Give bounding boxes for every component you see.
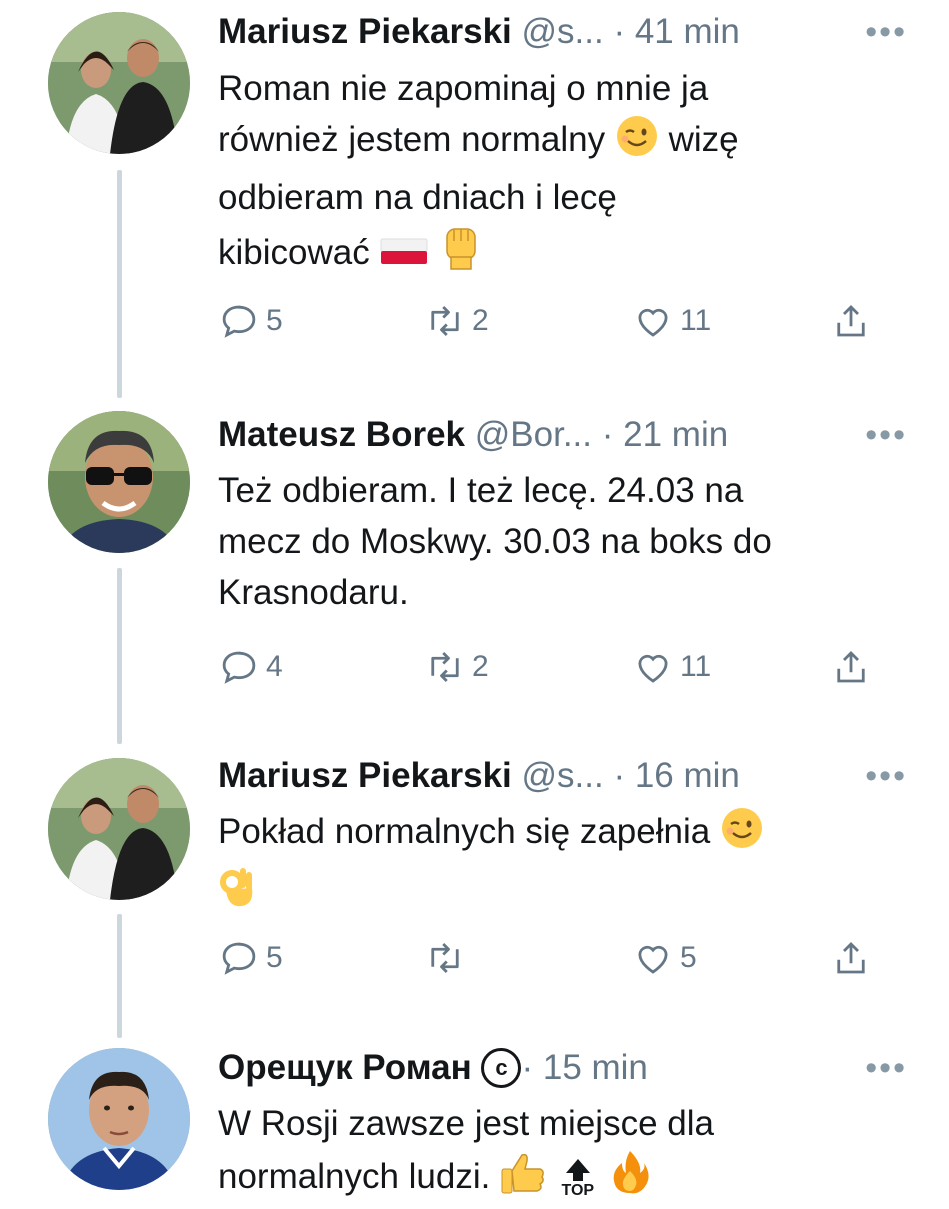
top-arrow-icon: TOP: [556, 1157, 600, 1199]
author-name[interactable]: Mateusz Borek: [218, 415, 465, 454]
timestamp[interactable]: · 21 min: [602, 415, 728, 454]
reply-count: 4: [266, 650, 283, 683]
more-icon[interactable]: •••: [865, 746, 907, 806]
retweet-button[interactable]: 2: [424, 642, 489, 692]
raised-fist-icon: [439, 223, 483, 285]
avatar[interactable]: [48, 12, 190, 154]
tweet[interactable]: Mariusz Piekarski @s... · 16 min ••• Pok…: [0, 750, 949, 1040]
author-handle[interactable]: @s...: [522, 756, 604, 795]
tweet-text-line: Krasnodaru.: [218, 573, 409, 612]
share-button[interactable]: [830, 933, 878, 983]
reply-icon: [222, 651, 256, 684]
avatar[interactable]: [48, 1048, 190, 1190]
tweet[interactable]: Mateusz Borek @Bor... · 21 min ••• Też o…: [0, 405, 949, 750]
tweet-text-segment: również jestem normalny: [218, 120, 606, 159]
fire-icon: [610, 1149, 650, 1209]
tweet-actions: 5 2 11: [218, 296, 898, 346]
more-icon[interactable]: •••: [865, 1038, 907, 1098]
avatar[interactable]: [48, 758, 190, 900]
winking-face-icon: [615, 114, 659, 172]
avatar-photo-icon: [48, 1048, 190, 1190]
tweet-text-line: odbieram na dniach i lecę: [218, 178, 617, 217]
tweet-text: Roman nie zapominaj o mnie ja również je…: [218, 63, 918, 285]
share-button[interactable]: [830, 642, 878, 692]
retweet-icon: [431, 943, 459, 973]
avatar-photo-icon: [48, 12, 190, 154]
tweet-header: Mateusz Borek @Bor... · 21 min •••: [218, 405, 949, 465]
winking-face-icon: [720, 806, 764, 864]
author-name[interactable]: Mariusz Piekarski: [218, 756, 512, 795]
like-count: 5: [680, 941, 697, 974]
author-handle[interactable]: @s...: [522, 12, 604, 51]
author-name[interactable]: Mariusz Piekarski: [218, 12, 512, 51]
like-button[interactable]: 5: [632, 933, 697, 983]
top-label: TOP: [561, 1182, 595, 1199]
tweet-text-line: [218, 864, 918, 924]
tweet-text-segment: kibicować: [218, 233, 370, 272]
retweet-button[interactable]: 2: [424, 296, 489, 346]
tweet-text-line: kibicować: [218, 223, 918, 285]
share-icon: [837, 651, 865, 683]
like-count: 11: [680, 650, 712, 683]
retweet-count: 2: [472, 304, 489, 337]
tweet[interactable]: Mariusz Piekarski @s... · 41 min ••• Rom…: [0, 0, 949, 400]
tweet-text-segment: Pokład normalnych się zapełnia: [218, 812, 711, 851]
timestamp[interactable]: · 15 min: [521, 1048, 647, 1087]
more-icon[interactable]: •••: [865, 405, 907, 465]
tweet-text-line: W Rosji zawsze jest miejsce dla: [218, 1104, 714, 1143]
like-count: 11: [680, 304, 712, 337]
tweet-header: Mariusz Piekarski @s... · 16 min •••: [218, 746, 949, 806]
tweet-text-line: normalnych ludzi. TOP: [218, 1149, 918, 1209]
tweet-header: Орещук Роман c · 15 min •••: [218, 1038, 949, 1098]
more-icon[interactable]: •••: [865, 2, 907, 62]
share-button[interactable]: [830, 296, 878, 346]
timestamp[interactable]: · 41 min: [613, 12, 739, 51]
tweet-header: Mariusz Piekarski @s... · 41 min •••: [218, 2, 949, 62]
tweet-actions: 4 2 11: [218, 642, 898, 692]
like-button[interactable]: 11: [632, 642, 711, 692]
avatar-photo-icon: [48, 411, 190, 553]
retweet-button[interactable]: [424, 933, 472, 983]
tweet-text: W Rosji zawsze jest miejsce dla normalny…: [218, 1098, 918, 1209]
tweet-text-line: również jestem normalny wizę: [218, 114, 918, 172]
heart-icon: [638, 308, 668, 337]
tweet-text-line: mecz do Moskwy. 30.03 na boks do: [218, 522, 772, 561]
tweet-actions: 5 5: [218, 933, 898, 983]
avatar[interactable]: [48, 411, 190, 553]
reply-icon: [222, 942, 256, 975]
reply-icon: [222, 305, 256, 338]
tweet-text-line: Też odbieram. I też lecę. 24.03 na: [218, 471, 744, 510]
tweet[interactable]: Орещук Роман c · 15 min ••• W Rosji zawsz…: [0, 1040, 949, 1200]
thumbs-up-icon: [500, 1151, 546, 1209]
poland-flag-icon: [379, 231, 429, 285]
verified-c-badge: c: [481, 1048, 522, 1088]
timestamp[interactable]: · 16 min: [613, 756, 739, 795]
retweet-icon: [431, 652, 459, 682]
author-name[interactable]: Орещук Роман: [218, 1048, 472, 1087]
ok-hand-icon: [218, 864, 258, 924]
tweet-text-line: Roman nie zapominaj o mnie ja: [218, 69, 709, 108]
share-icon: [837, 305, 865, 337]
tweet-text: Też odbieram. I też lecę. 24.03 na mecz …: [218, 465, 918, 618]
tweet-text-line: Pokład normalnych się zapełnia: [218, 806, 918, 864]
tweet-text: Pokład normalnych się zapełnia: [218, 806, 918, 924]
tweet-text-segment: normalnych ludzi.: [218, 1157, 491, 1196]
retweet-count: 2: [472, 650, 489, 683]
tweet-text-segment: wizę: [668, 120, 739, 159]
heart-icon: [638, 945, 668, 974]
retweet-icon: [431, 306, 459, 336]
reply-button[interactable]: 5: [218, 933, 283, 983]
avatar-photo-icon: [48, 758, 190, 900]
reply-button[interactable]: 5: [218, 296, 283, 346]
share-icon: [837, 942, 865, 974]
heart-icon: [638, 654, 668, 683]
reply-count: 5: [266, 304, 283, 337]
author-handle[interactable]: @Bor...: [475, 415, 592, 454]
like-button[interactable]: 11: [632, 296, 711, 346]
reply-button[interactable]: 4: [218, 642, 283, 692]
reply-count: 5: [266, 941, 283, 974]
